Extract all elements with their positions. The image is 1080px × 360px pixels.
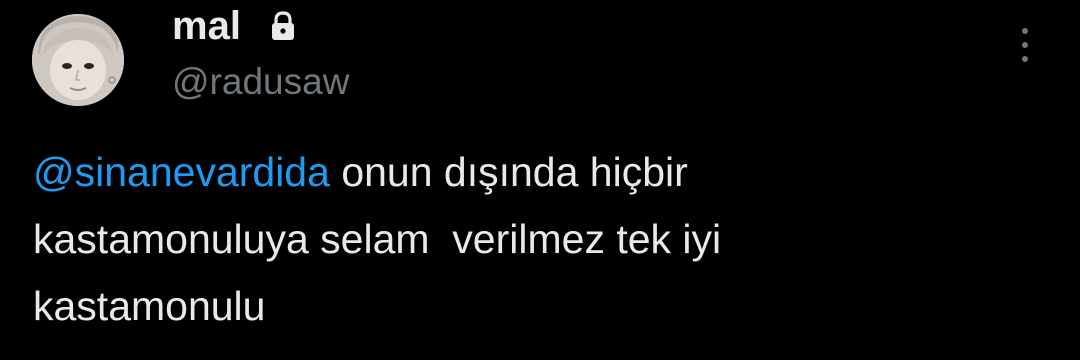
more-vertical-icon[interactable] bbox=[1010, 24, 1040, 66]
handle[interactable]: @radusaw bbox=[172, 60, 349, 104]
tweet-text-line3: kastamonulu bbox=[33, 283, 266, 329]
tweet-text: @sinanevardida onun dışında hiçbir kasta… bbox=[33, 139, 1043, 340]
mention-link[interactable]: @sinanevardida bbox=[33, 149, 330, 195]
avatar-photo bbox=[32, 14, 124, 106]
tweet-text-line1: onun dışında hiçbir bbox=[329, 149, 688, 195]
display-name[interactable]: mal bbox=[172, 4, 241, 48]
avatar[interactable] bbox=[32, 14, 124, 106]
tweet-text-line2: kastamonuluya selam verilmez tek iyi bbox=[33, 216, 722, 262]
tweet: mal @radusaw @sinanevardida onun dışında… bbox=[0, 0, 1080, 360]
lock-icon bbox=[272, 11, 294, 40]
